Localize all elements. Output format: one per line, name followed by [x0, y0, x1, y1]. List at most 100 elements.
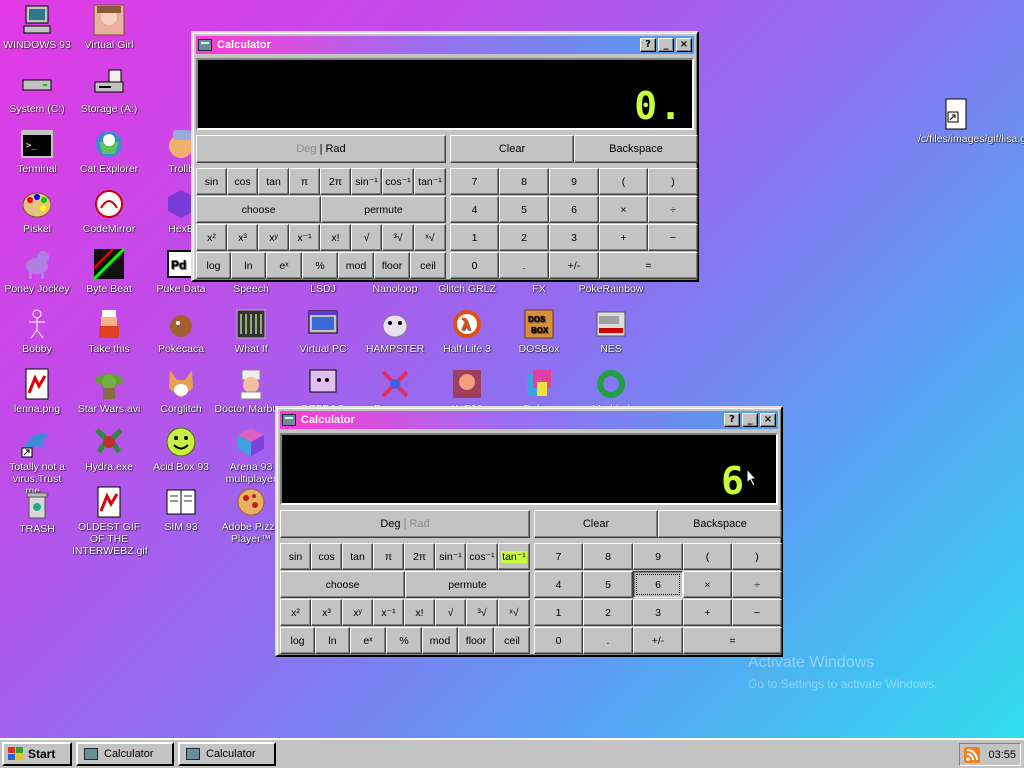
key-7[interactable]: 7 — [450, 168, 499, 195]
key-1[interactable]: 1 — [450, 224, 499, 251]
key-5[interactable]: 5 — [583, 571, 633, 598]
floor-button[interactable]: floor — [458, 627, 494, 654]
mod-button[interactable]: mod — [422, 627, 458, 654]
desktop-icon-star-wars[interactable]: Star Wars.avi — [72, 368, 146, 415]
percent-button[interactable]: % — [386, 627, 422, 654]
reciprocal-button[interactable]: x⁻¹ — [289, 224, 320, 251]
square-button[interactable]: x² — [280, 599, 311, 626]
key-plus[interactable]: + — [683, 599, 732, 626]
key-decimal[interactable]: . — [499, 252, 549, 279]
key-9[interactable]: 9 — [633, 543, 683, 570]
desktop-icon-poney-jockey[interactable]: Poney Jockey — [0, 248, 74, 295]
key-0[interactable]: 0 — [534, 627, 583, 654]
power-button[interactable]: xʸ — [342, 599, 373, 626]
key-open-paren[interactable]: ( — [683, 543, 732, 570]
cbrt-button[interactable]: ³√ — [466, 599, 498, 626]
tan-button[interactable]: tan — [342, 543, 373, 570]
key-divide[interactable]: ÷ — [648, 196, 698, 223]
key-divide[interactable]: ÷ — [732, 571, 782, 598]
desktop-icon-piskel[interactable]: Piskel — [0, 188, 74, 235]
start-button[interactable]: Start — [2, 742, 72, 766]
key-9[interactable]: 9 — [549, 168, 599, 195]
power-button[interactable]: xʸ — [258, 224, 289, 251]
desktop-icon-nes[interactable]: NES — [574, 308, 648, 355]
calculator-window-1[interactable]: Calculator ? _ × 0. Deg | Rad sin cos ta… — [191, 31, 699, 282]
close-button[interactable]: × — [760, 413, 776, 427]
key-equals[interactable]: = — [599, 252, 698, 279]
title-bar[interactable]: Calculator ? _ × — [280, 411, 778, 429]
desktop-icon-byte-beat[interactable]: Byte Beat — [72, 247, 146, 295]
ceil-button[interactable]: ceil — [410, 252, 446, 279]
acos-button[interactable]: cos⁻¹ — [382, 168, 414, 195]
cos-button[interactable]: cos — [311, 543, 342, 570]
choose-button[interactable]: choose — [280, 571, 405, 598]
key-3[interactable]: 3 — [633, 599, 683, 626]
choose-button[interactable]: choose — [196, 196, 321, 223]
key-2[interactable]: 2 — [583, 599, 633, 626]
desktop-icon-corglitch[interactable]: Corglitch — [144, 368, 218, 415]
pi-button[interactable]: π — [373, 543, 404, 570]
key-1[interactable]: 1 — [534, 599, 583, 626]
key-multiply[interactable]: × — [599, 196, 648, 223]
asin-button[interactable]: sin⁻¹ — [351, 168, 382, 195]
desktop-icon-trash[interactable]: TRASH — [0, 488, 74, 535]
permute-button[interactable]: permute — [405, 571, 530, 598]
key-minus[interactable]: − — [648, 224, 698, 251]
sin-button[interactable]: sin — [280, 543, 311, 570]
factorial-button[interactable]: x! — [320, 224, 351, 251]
key-multiply[interactable]: × — [683, 571, 732, 598]
desktop-icon-totally-not-a-virus[interactable]: Totally not a virus.Trust me... — [0, 426, 74, 497]
square-button[interactable]: x² — [196, 224, 227, 251]
desktop-icon-acid-box[interactable]: Acid Box 93 — [144, 426, 218, 473]
close-button[interactable]: × — [676, 38, 692, 52]
desktop-icon-sim93[interactable]: SIM 93 — [144, 486, 218, 533]
key-decimal[interactable]: . — [583, 627, 633, 654]
key-negate[interactable]: +/- — [549, 252, 599, 279]
atan-button[interactable]: tan⁻¹ — [414, 168, 446, 195]
key-6[interactable]: 6 — [633, 571, 683, 598]
cbrt-button[interactable]: ³√ — [382, 224, 414, 251]
desktop-icon-bobby[interactable]: Bobby — [0, 308, 74, 355]
two-pi-button[interactable]: 2π — [404, 543, 435, 570]
desktop-icon-virtual-pc[interactable]: Virtual PC — [286, 308, 360, 355]
key-open-paren[interactable]: ( — [599, 168, 648, 195]
desktop-icon-dosbox[interactable]: DOS BOX DOSBox — [502, 308, 576, 355]
desktop-icon-codemirror[interactable]: CodeMirror — [72, 188, 146, 235]
help-button[interactable]: ? — [640, 38, 656, 52]
minimize-button[interactable]: _ — [742, 413, 758, 427]
cube-button[interactable]: x³ — [311, 599, 342, 626]
floor-button[interactable]: floor — [374, 252, 410, 279]
backspace-button[interactable]: Backspace — [658, 510, 782, 538]
ln-button[interactable]: ln — [315, 627, 350, 654]
clear-button[interactable]: Clear — [534, 510, 658, 538]
desktop-icon-half-life-3[interactable]: λ Half-Life 3 — [430, 308, 504, 355]
clear-button[interactable]: Clear — [450, 135, 574, 163]
sqrt-button[interactable]: √ — [435, 599, 466, 626]
key-close-paren[interactable]: ) — [732, 543, 782, 570]
calculator-window-2[interactable]: Calculator ? _ × 6 Deg | Rad sin cos tan… — [275, 406, 783, 657]
key-8[interactable]: 8 — [583, 543, 633, 570]
desktop-icon-lisa-gif[interactable]: /c/files/images/gif/lisa.gif — [918, 98, 1024, 145]
pi-button[interactable]: π — [289, 168, 320, 195]
key-4[interactable]: 4 — [534, 571, 583, 598]
ln-button[interactable]: ln — [231, 252, 266, 279]
key-8[interactable]: 8 — [499, 168, 549, 195]
minimize-button[interactable]: _ — [658, 38, 674, 52]
desktop-icon-hydra[interactable]: Hydra.exe — [72, 426, 146, 473]
sin-button[interactable]: sin — [196, 168, 227, 195]
key-equals[interactable]: = — [683, 627, 782, 654]
key-0[interactable]: 0 — [450, 252, 499, 279]
desktop-icon-virtual-girl[interactable]: Virtual Girl — [72, 4, 146, 51]
help-button[interactable]: ? — [724, 413, 740, 427]
deg-rad-toggle[interactable]: Deg | Rad — [196, 135, 446, 163]
taskbar-item-calculator-1[interactable]: Calculator — [76, 742, 174, 766]
key-4[interactable]: 4 — [450, 196, 499, 223]
cube-button[interactable]: x³ — [227, 224, 258, 251]
desktop-icon-terminal[interactable]: >_ Terminal — [0, 128, 74, 175]
exp-button[interactable]: eˣ — [266, 252, 302, 279]
cos-button[interactable]: cos — [227, 168, 258, 195]
percent-button[interactable]: % — [302, 252, 338, 279]
deg-rad-toggle[interactable]: Deg | Rad — [280, 510, 530, 538]
exp-button[interactable]: eˣ — [350, 627, 386, 654]
key-negate[interactable]: +/- — [633, 627, 683, 654]
